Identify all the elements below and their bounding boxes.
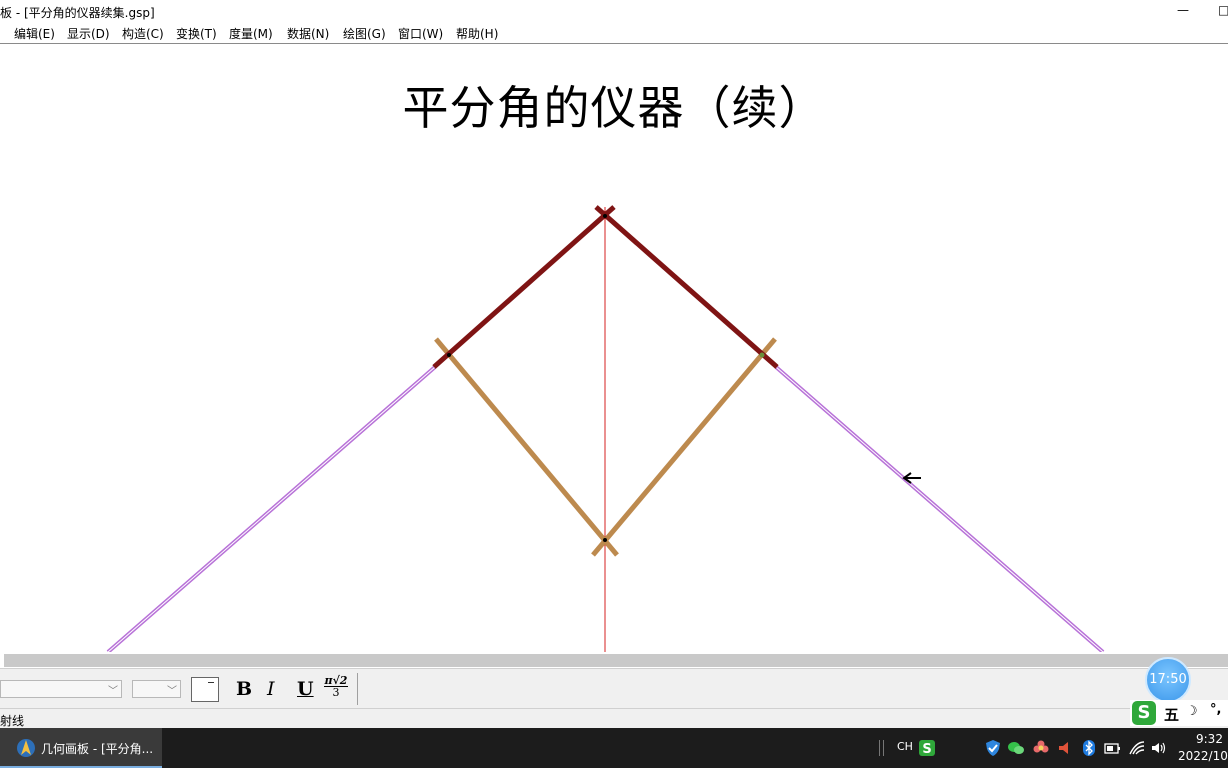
tray-divider [879, 740, 880, 756]
left-joint-point[interactable] [447, 353, 451, 357]
title-bar: 板 - [平分角的仪器续集.gsp] — □ [0, 0, 1228, 22]
sketchpad-app-icon [17, 739, 35, 757]
menu-edit[interactable]: 编辑(E) [14, 25, 55, 42]
window-title: 板 - [平分角的仪器续集.gsp] [0, 6, 155, 20]
ime-mode-indicator[interactable]: 五 [1164, 704, 1179, 725]
ime-toolbar: S 五 ☽ °, [1130, 700, 1228, 726]
punctuation-icon[interactable]: °, [1210, 702, 1221, 717]
chevron-down-icon: ﹀ [167, 686, 177, 697]
svg-text:S: S [922, 742, 931, 757]
right-ray-inner [775, 366, 1104, 652]
math-format-denominator: 3 [332, 686, 340, 699]
floating-timer[interactable]: 17:50 [1145, 657, 1191, 703]
bottom-joint-point[interactable] [603, 538, 607, 542]
menu-help[interactable]: 帮助(H) [456, 25, 498, 42]
geometry-drawing [106, 205, 1105, 652]
speaker-app-icon[interactable] [1056, 739, 1074, 757]
math-format-button[interactable]: π√2 3 [324, 675, 348, 703]
restore-button[interactable]: □ [1218, 3, 1228, 17]
menu-transform[interactable]: 变换(T) [176, 25, 217, 42]
font-family-select[interactable]: ﹀ [0, 680, 122, 698]
toolbar-divider [357, 673, 358, 705]
volume-icon[interactable] [1150, 739, 1168, 757]
wifi-icon[interactable] [1128, 739, 1146, 757]
clock-date[interactable]: 2022/10, [1178, 749, 1228, 763]
menu-measure[interactable]: 度量(M) [229, 25, 273, 42]
status-bar: 射线 [0, 708, 1228, 729]
bluetooth-icon[interactable] [1080, 739, 1098, 757]
clock-time[interactable]: 9:32 [1196, 732, 1223, 746]
bold-button[interactable]: B [236, 677, 252, 701]
taskbar: 几何画板 - [平分角... CH S 9:32 2022/10, [0, 728, 1228, 768]
left-ray-inner [107, 366, 436, 652]
chevron-down-icon: ﹀ [108, 686, 118, 697]
flower-app-icon[interactable] [1032, 739, 1050, 757]
tray-divider [883, 740, 884, 756]
shield-icon[interactable] [984, 739, 1002, 757]
right-joint-point[interactable] [759, 352, 765, 358]
taskbar-app-label: 几何画板 - [平分角... [41, 742, 154, 756]
menu-window[interactable]: 窗口(W) [398, 25, 443, 42]
text-toolbar: ﹀ ﹀ B I U π√2 3 [0, 668, 1228, 709]
moon-icon[interactable]: ☽ [1186, 704, 1198, 719]
text-color-button[interactable] [191, 677, 219, 702]
menu-construct[interactable]: 构造(C) [122, 25, 164, 42]
horizontal-scrollbar[interactable] [4, 654, 1228, 667]
battery-icon[interactable] [1103, 739, 1121, 757]
menu-display[interactable]: 显示(D) [67, 25, 110, 42]
left-upper-arm[interactable] [432, 205, 616, 369]
sogou-ime-icon[interactable]: S [1132, 701, 1156, 725]
right-upper-arm[interactable] [594, 205, 779, 369]
input-language-indicator[interactable]: CH [897, 740, 913, 753]
sketch-canvas[interactable]: 平分角的仪器（续） [0, 44, 1228, 652]
taskbar-app-sketchpad[interactable]: 几何画板 - [平分角... [0, 728, 162, 768]
menu-graph[interactable]: 绘图(G) [343, 25, 386, 42]
wechat-icon[interactable] [1007, 739, 1025, 757]
underline-button[interactable]: U [297, 677, 314, 701]
italic-button[interactable]: I [267, 677, 275, 701]
menu-bar: 编辑(E) 显示(D) 构造(C) 变换(T) 度量(M) 数据(N) 绘图(G… [0, 22, 1228, 44]
apex-point[interactable] [603, 214, 607, 218]
left-lower-arm[interactable] [434, 337, 619, 557]
menu-data[interactable]: 数据(N) [287, 25, 329, 42]
font-size-select[interactable]: ﹀ [132, 680, 181, 698]
right-lower-arm[interactable] [591, 337, 777, 557]
status-text: 射线 [0, 714, 25, 728]
minimize-button[interactable]: — [1176, 3, 1190, 17]
sogou-tray-icon[interactable]: S [918, 739, 936, 757]
